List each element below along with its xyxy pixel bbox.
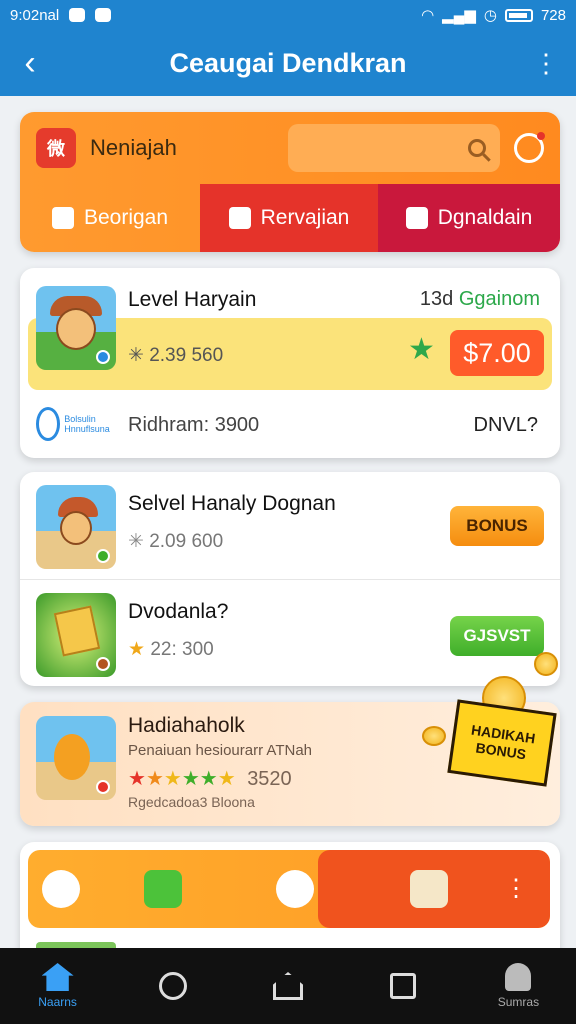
star-icon: ★ <box>408 333 435 366</box>
tab-label: Rervajian <box>260 206 350 229</box>
status-time: 9:02nal <box>10 6 60 24</box>
tab-beorigan[interactable]: Beorigan <box>20 184 200 252</box>
bonus-gift-box[interactable]: HADIKAH BONUS <box>422 652 560 787</box>
game-meta: 13d Ggainom <box>419 288 540 310</box>
download-count: ✳ 2.09 600 <box>128 531 224 552</box>
group-icon <box>405 207 428 229</box>
tab-dgnaldain[interactable]: Dgnaldain <box>378 184 560 252</box>
platform-badge-icon <box>96 350 110 364</box>
reward-status: DNVL? <box>473 414 538 436</box>
play-button[interactable]: GJSVST <box>450 616 544 656</box>
wifi-icon: ◠ <box>421 7 435 24</box>
bonus-box-label: HADIKAH BONUS <box>447 699 557 787</box>
notification-target-icon[interactable] <box>514 132 545 163</box>
status-bar: 9:02nal ◠ ▂▄▆ ◷ 728 <box>0 0 576 30</box>
game-thumbnail[interactable] <box>36 593 116 677</box>
star-icon: ★ <box>145 768 164 790</box>
list-item[interactable]: Dvodanla? ★ 22: 300 GJSVST <box>20 579 560 686</box>
promo-thumbnail[interactable] <box>36 716 116 800</box>
more-options-icon[interactable]: ⋮ <box>504 870 528 908</box>
page-title: Ceaugai Dendkran <box>169 47 407 78</box>
star-icon: ★ <box>217 768 236 790</box>
star-icon: ★ <box>181 768 200 790</box>
chat-icon <box>95 8 112 22</box>
nav-square[interactable] <box>346 948 461 1024</box>
house-outline-icon <box>273 972 303 1000</box>
rating-count: ★ 22: 300 <box>128 639 214 660</box>
star-icon: ★ <box>128 768 146 790</box>
game-title: Selvel Hanaly Dognan <box>128 492 336 515</box>
bottom-navigation: Naarns Sumras <box>0 948 576 1024</box>
nav-search[interactable] <box>115 948 230 1024</box>
star-icon: ★ <box>199 768 218 790</box>
nav-label: Sumras <box>497 995 540 1009</box>
nav-label: Naarns <box>38 995 77 1009</box>
nav-home[interactable]: Naarns <box>0 948 115 1024</box>
promo-footer: Rgedcadoa3 Bloona <box>128 794 255 810</box>
battery-icon <box>504 8 533 22</box>
platform-badge-icon <box>96 657 110 671</box>
game-thumbnail[interactable] <box>36 286 116 370</box>
back-arrow-icon[interactable]: ‹ <box>0 30 60 96</box>
coupon-icon[interactable] <box>410 870 448 908</box>
star-icon: ★ <box>163 768 182 790</box>
quick-actions-strip: ⋮ <box>28 850 550 928</box>
tab-label: Dgnaldain <box>437 206 533 229</box>
category-header-card: 微 Neniajah Beorigan Rervajian Dgnaldain <box>20 112 560 252</box>
platform-badge-icon <box>96 549 110 563</box>
game-card-level-haryain[interactable]: Level Haryain 13d Ggainom ✳ 2.39 560 ★ $… <box>20 268 560 458</box>
battery-level: 728 <box>540 6 566 24</box>
game-list-card: Selvel Hanaly Dognan ✳ 2.09 600 BONUS Dv… <box>20 472 560 686</box>
home-icon <box>41 963 74 991</box>
search-icon[interactable] <box>468 139 486 157</box>
app-bar: ‹ Ceaugai Dendkran ⋮ <box>0 30 576 96</box>
nav-house[interactable] <box>230 948 345 1024</box>
rating-stars: ★★★★★★ 3520 <box>128 766 292 791</box>
game-thumbnail[interactable] <box>36 485 116 569</box>
search-icon <box>158 972 187 1000</box>
messenger-icon <box>69 8 86 22</box>
more-options-icon[interactable]: ⋮ <box>516 48 576 79</box>
signal-icon: ▂▄▆ <box>442 7 476 24</box>
search-field[interactable] <box>288 124 500 172</box>
money-bag-icon[interactable] <box>144 870 182 908</box>
tab-label: Beorigan <box>83 206 169 229</box>
download-count: ✳ 2.39 560 <box>128 345 224 366</box>
chicken-icon[interactable] <box>42 870 80 908</box>
price-button[interactable]: $7.00 <box>450 330 544 376</box>
monitor-icon <box>228 207 251 229</box>
platform-badge-icon <box>96 780 110 794</box>
quick-actions-card: ⋮ <box>20 842 560 952</box>
nav-profile[interactable]: Sumras <box>461 948 576 1024</box>
alarm-icon: ◷ <box>483 7 497 24</box>
game-title: Dvodanla? <box>128 600 229 623</box>
reward-info: Ridhram: 3900 <box>128 414 260 436</box>
publisher-logo: Bolsulin Hnnuflsuna <box>36 406 116 442</box>
list-item[interactable]: Selvel Hanaly Dognan ✳ 2.09 600 BONUS <box>20 472 560 579</box>
tab-rervajian[interactable]: Rervajian <box>200 184 378 252</box>
app-logo-icon: 微 <box>36 128 76 168</box>
user-icon <box>505 963 532 991</box>
promo-title: Hadiahaholk <box>128 714 245 737</box>
gift-icon[interactable] <box>276 870 314 908</box>
category-label: Neniajah <box>90 135 177 160</box>
bonus-button[interactable]: BONUS <box>450 506 544 546</box>
rating-value: 3520 <box>247 768 292 790</box>
square-icon <box>390 973 417 999</box>
promo-subtitle: Penaiuan hesiourarr ATNah <box>128 742 312 759</box>
home-icon <box>51 207 74 229</box>
game-title: Level Haryain <box>128 288 257 311</box>
